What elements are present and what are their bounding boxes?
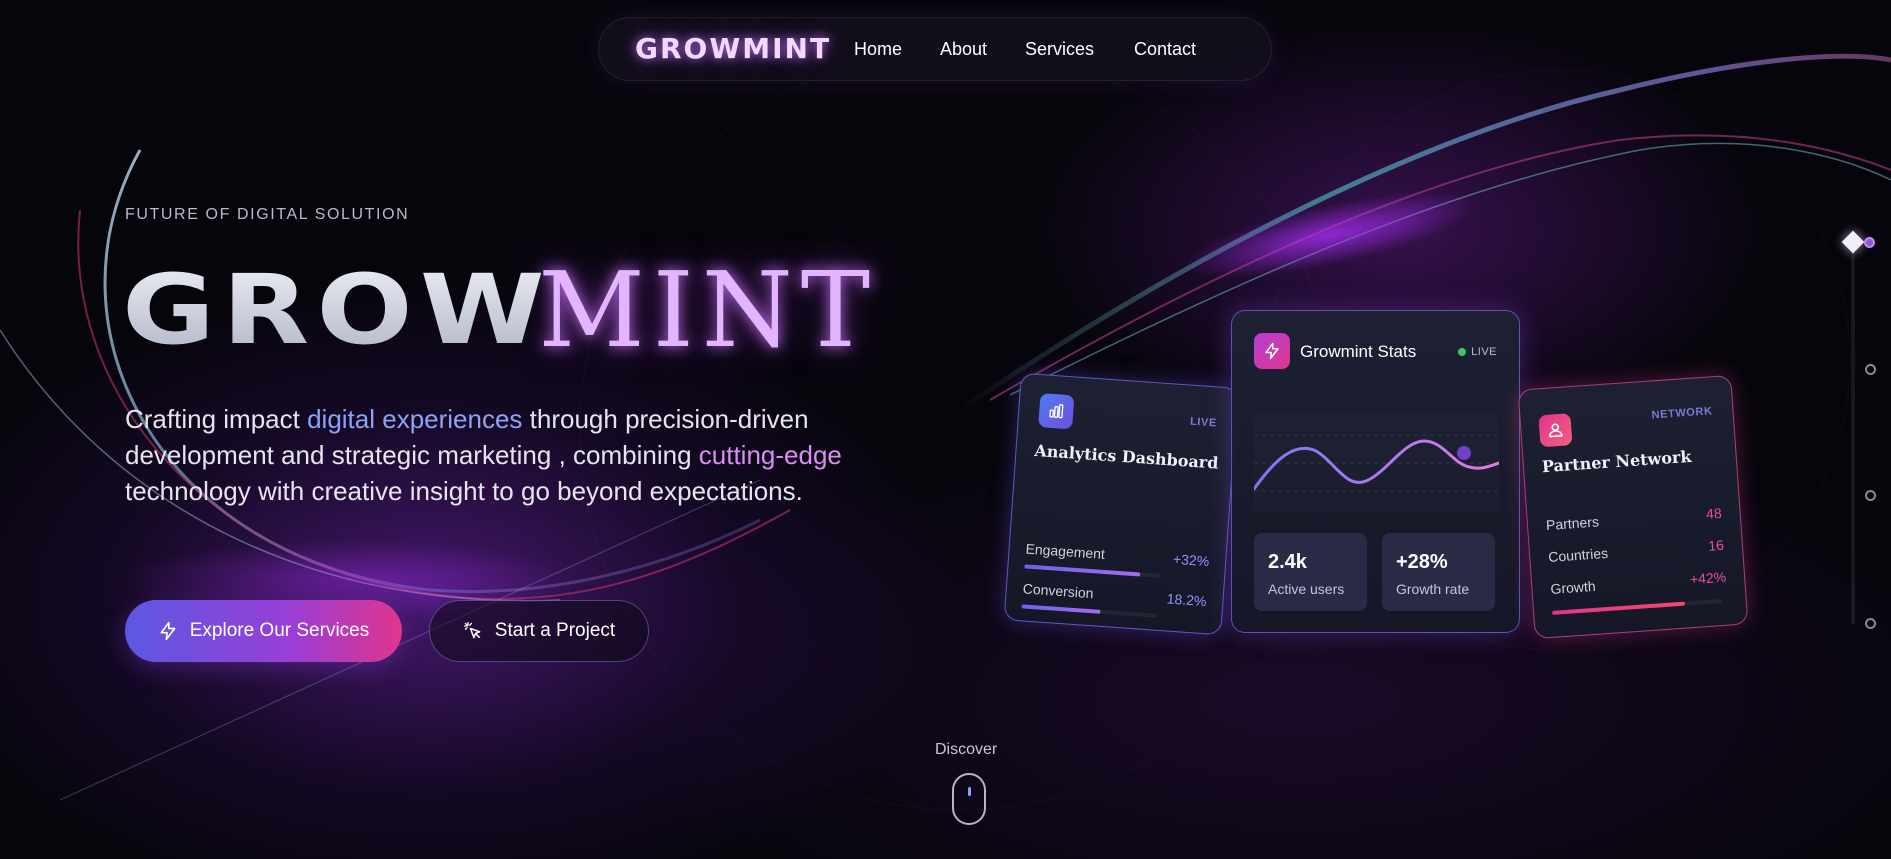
hero-title-grow: GROW [122, 254, 552, 366]
top-navigation: GROWMINT Home About Services Contact [598, 17, 1272, 81]
lightning-icon [158, 621, 178, 641]
stats-title: Growmint Stats [1300, 342, 1417, 361]
engagement-bar [1024, 564, 1161, 578]
growth-bar-fill [1552, 601, 1685, 615]
conversion-bar [1021, 604, 1158, 618]
section-dot-4[interactable] [1865, 618, 1876, 629]
network-tag: NETWORK [1651, 405, 1713, 422]
nav-link-home[interactable]: Home [854, 39, 902, 60]
conversion-bar-fill [1021, 604, 1101, 614]
live-indicator: LIVE [1458, 346, 1497, 358]
hero-eyebrow: FUTURE OF DIGITAL SOLUTION [125, 206, 410, 223]
explore-services-button[interactable]: Explore Our Services [125, 600, 402, 662]
analytics-title: Analytics Dashboard [1033, 440, 1220, 473]
explore-services-label: Explore Our Services [189, 620, 370, 641]
growth-rate-stat: +28% Growth rate [1382, 533, 1495, 611]
section-dot-active[interactable] [1864, 237, 1875, 248]
hero-desc-text-1: Crafting impact [125, 404, 308, 434]
partners-value: 48 [1705, 504, 1723, 522]
brand-logo[interactable]: GROWMINT [635, 32, 831, 65]
growmint-stats-card[interactable]: Growmint Stats LIVE 2.4k Active users +2… [1231, 310, 1520, 633]
scroll-mouse-icon[interactable] [952, 773, 986, 825]
conversion-label: Conversion [1022, 580, 1095, 602]
growth-rate-label: Growth rate [1396, 581, 1470, 597]
hero-desc-text-3: technology with creative insight to go b… [125, 476, 803, 506]
nav-link-about[interactable]: About [940, 39, 987, 60]
discover-label: Discover [935, 741, 998, 758]
active-users-label: Active users [1268, 581, 1345, 597]
engagement-value: +32% [1172, 550, 1210, 570]
live-tag: LIVE [1189, 415, 1218, 430]
section-scroll-rail [1851, 244, 1855, 624]
lightning-icon [1254, 333, 1290, 369]
analytics-dashboard-card[interactable]: LIVE Analytics Dashboard Engagement +32%… [1003, 372, 1239, 636]
countries-value: 16 [1707, 536, 1725, 554]
bar-chart-icon [1038, 393, 1075, 430]
growth-value: +42% [1689, 568, 1727, 588]
start-project-label: Start a Project [494, 620, 616, 641]
countries-label: Countries [1547, 544, 1609, 566]
hero-description: Crafting impact digital experiences thro… [125, 401, 905, 509]
live-label: LIVE [1471, 346, 1497, 358]
nav-link-contact[interactable]: Contact [1134, 39, 1196, 60]
stats-wave-chart [1254, 434, 1499, 492]
hero-title-mint: MINT [538, 249, 879, 371]
partner-network-title: Partner Network [1541, 446, 1693, 477]
live-dot-icon [1458, 348, 1467, 356]
growth-rate-value: +28% [1396, 551, 1448, 573]
active-users-stat: 2.4k Active users [1254, 533, 1367, 611]
engagement-bar-fill [1024, 564, 1140, 577]
hero-title: GROWMINT [122, 255, 878, 365]
nav-link-services[interactable]: Services [1025, 39, 1094, 60]
mouse-wheel-icon [968, 787, 971, 796]
hero-desc-highlight-2: cutting-edge [698, 440, 842, 470]
cursor-click-icon [463, 621, 483, 641]
section-dot-3[interactable] [1865, 490, 1876, 501]
partners-label: Partners [1545, 513, 1600, 534]
growth-bar [1552, 599, 1722, 615]
engagement-label: Engagement [1025, 540, 1106, 562]
hero-desc-highlight-1: digital experiences [307, 404, 523, 434]
growth-label: Growth [1549, 577, 1597, 597]
conversion-value: 18.2% [1166, 590, 1207, 610]
section-dot-2[interactable] [1865, 364, 1876, 375]
start-project-button[interactable]: Start a Project [429, 600, 649, 662]
active-users-value: 2.4k [1268, 551, 1307, 573]
users-icon [1538, 413, 1573, 448]
partner-network-card[interactable]: NETWORK Partner Network Partners 48 Coun… [1517, 374, 1749, 640]
